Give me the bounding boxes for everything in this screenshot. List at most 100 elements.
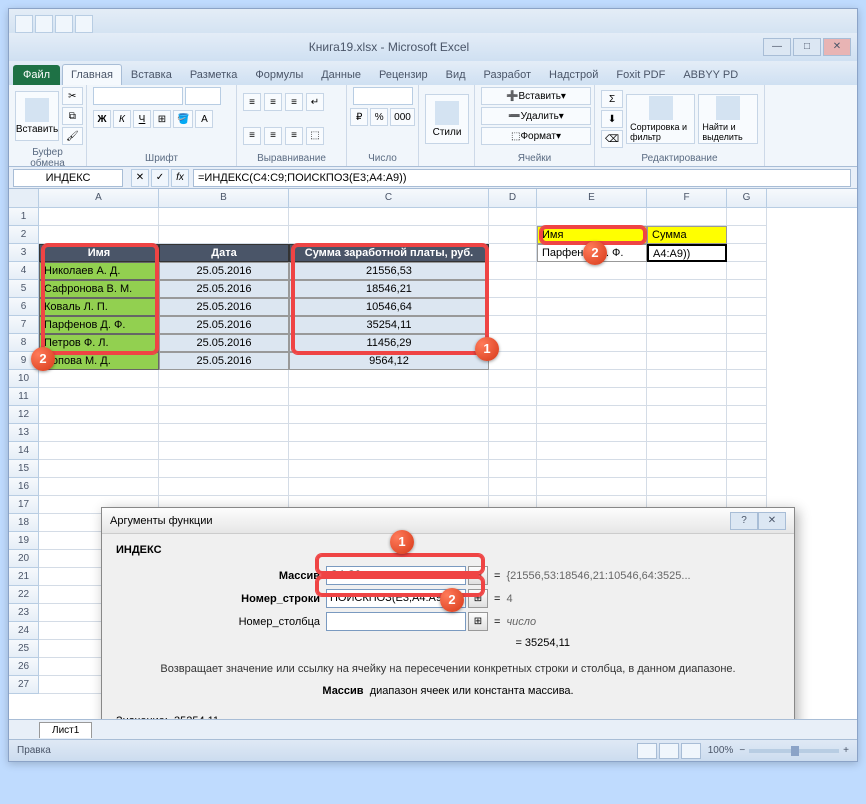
row-header[interactable]: 17: [9, 496, 39, 514]
range-picker-col[interactable]: ⊞: [468, 612, 488, 631]
cell[interactable]: [727, 208, 767, 226]
tab-formulas[interactable]: Формулы: [246, 64, 312, 85]
paste-button[interactable]: Вставить: [15, 91, 59, 141]
cell[interactable]: [727, 478, 767, 496]
cell[interactable]: [489, 208, 537, 226]
cell[interactable]: [489, 226, 537, 244]
cell[interactable]: [727, 370, 767, 388]
undo-icon[interactable]: [55, 15, 73, 33]
tab-layout[interactable]: Разметка: [181, 64, 247, 85]
cell[interactable]: [727, 298, 767, 316]
autosum-icon[interactable]: Σ: [601, 90, 623, 108]
cell[interactable]: [537, 208, 647, 226]
cell[interactable]: [489, 244, 537, 262]
cell[interactable]: [647, 406, 727, 424]
row-header[interactable]: 2: [9, 226, 39, 244]
enter-formula-icon[interactable]: ✓: [151, 169, 169, 187]
cell[interactable]: [647, 424, 727, 442]
cell[interactable]: Сумма: [647, 226, 727, 244]
cell[interactable]: [39, 388, 159, 406]
cell[interactable]: Парфенов Д. Ф.: [39, 316, 159, 334]
sheet-tab[interactable]: Лист1: [39, 722, 92, 738]
copy-icon[interactable]: ⧉: [62, 107, 83, 125]
tab-addins[interactable]: Надстрой: [540, 64, 607, 85]
redo-icon[interactable]: [75, 15, 93, 33]
tab-view[interactable]: Вид: [437, 64, 475, 85]
row-header[interactable]: 1: [9, 208, 39, 226]
cell[interactable]: [159, 388, 289, 406]
cell[interactable]: [159, 424, 289, 442]
col-c[interactable]: C: [289, 189, 489, 207]
italic-button[interactable]: К: [113, 110, 131, 128]
currency-icon[interactable]: ₽: [350, 108, 368, 126]
cell[interactable]: [39, 406, 159, 424]
row-header[interactable]: 13: [9, 424, 39, 442]
worksheet-grid[interactable]: A B C D E F G 12ИмяСумма3ИмяДатаСумма за…: [9, 189, 857, 719]
insert-cells-button[interactable]: ➕ Вставить ▾: [481, 87, 591, 105]
input-col[interactable]: [326, 612, 466, 631]
cell[interactable]: 25.05.2016: [159, 334, 289, 352]
comma-icon[interactable]: 000: [390, 108, 415, 126]
cell[interactable]: [39, 442, 159, 460]
fill-icon[interactable]: ⬇: [601, 110, 623, 128]
cut-icon[interactable]: ✂: [62, 87, 83, 105]
format-cells-button[interactable]: ⬚ Формат ▾: [481, 127, 591, 145]
cell[interactable]: [537, 316, 647, 334]
cell[interactable]: 25.05.2016: [159, 262, 289, 280]
styles-button[interactable]: Стили: [425, 94, 469, 144]
row-header[interactable]: 27: [9, 676, 39, 694]
tab-review[interactable]: Рецензир: [370, 64, 437, 85]
col-e[interactable]: E: [537, 189, 647, 207]
cell[interactable]: [727, 226, 767, 244]
cell[interactable]: [489, 316, 537, 334]
col-g[interactable]: G: [727, 189, 767, 207]
minimize-button[interactable]: —: [763, 38, 791, 56]
cell[interactable]: [647, 370, 727, 388]
row-header[interactable]: 7: [9, 316, 39, 334]
row-header[interactable]: 25: [9, 640, 39, 658]
view-break-icon[interactable]: [681, 743, 701, 759]
range-picker-array[interactable]: ⊞: [468, 566, 488, 585]
align-left-icon[interactable]: ≡: [243, 127, 261, 145]
row-header[interactable]: 6: [9, 298, 39, 316]
tab-abbyy[interactable]: ABBYY PD: [674, 64, 747, 85]
row-header[interactable]: 21: [9, 568, 39, 586]
cell[interactable]: [289, 460, 489, 478]
cell[interactable]: [647, 316, 727, 334]
align-top-icon[interactable]: ≡: [243, 93, 261, 111]
cell[interactable]: [489, 370, 537, 388]
cell[interactable]: [159, 370, 289, 388]
cell[interactable]: [727, 262, 767, 280]
percent-icon[interactable]: %: [370, 108, 388, 126]
cell[interactable]: [537, 442, 647, 460]
bold-button[interactable]: Ж: [93, 110, 111, 128]
cell[interactable]: [647, 208, 727, 226]
cell[interactable]: [647, 460, 727, 478]
row-header[interactable]: 19: [9, 532, 39, 550]
cell[interactable]: [537, 478, 647, 496]
cell[interactable]: [727, 460, 767, 478]
cell[interactable]: [537, 388, 647, 406]
cell[interactable]: [489, 442, 537, 460]
select-all-corner[interactable]: [9, 189, 39, 207]
clear-icon[interactable]: ⌫: [601, 130, 623, 148]
format-painter-icon[interactable]: 🖌: [62, 127, 83, 145]
align-right-icon[interactable]: ≡: [285, 127, 303, 145]
tab-insert[interactable]: Вставка: [122, 64, 181, 85]
excel-icon[interactable]: [15, 15, 33, 33]
cell[interactable]: [489, 478, 537, 496]
cell[interactable]: 11456,29: [289, 334, 489, 352]
cell[interactable]: [39, 424, 159, 442]
dialog-close-icon[interactable]: ✕: [758, 512, 786, 530]
fill-color-button[interactable]: 🪣: [173, 110, 193, 128]
cell[interactable]: [39, 208, 159, 226]
dialog-help-icon[interactable]: ?: [730, 512, 758, 530]
cell[interactable]: [727, 352, 767, 370]
cell[interactable]: Имя: [39, 244, 159, 262]
row-header[interactable]: 14: [9, 442, 39, 460]
cancel-formula-icon[interactable]: ✕: [131, 169, 149, 187]
row-header[interactable]: 20: [9, 550, 39, 568]
cell[interactable]: [647, 388, 727, 406]
cell[interactable]: 25.05.2016: [159, 316, 289, 334]
cell[interactable]: [647, 280, 727, 298]
